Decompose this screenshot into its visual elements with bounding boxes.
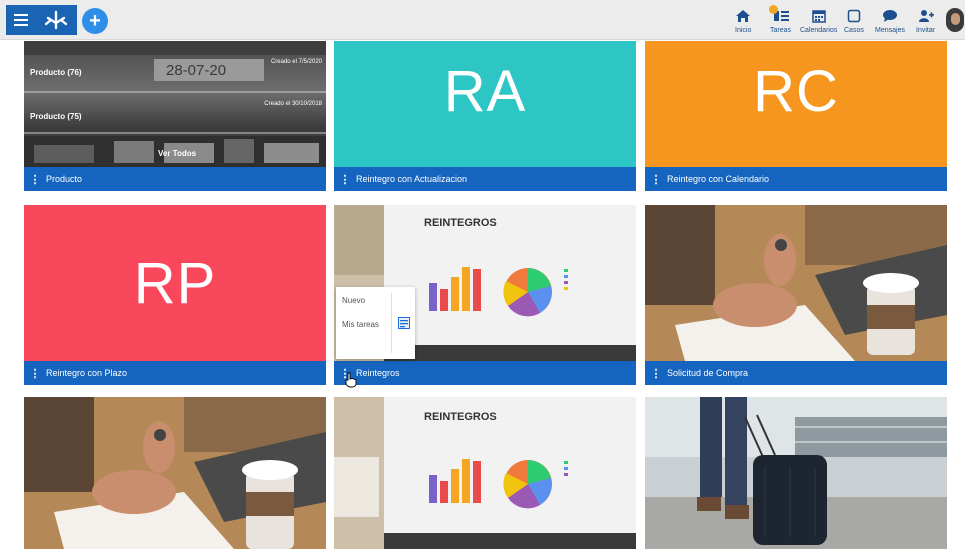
card-row3-right[interactable] [645, 397, 947, 549]
nav-label: Tareas [770, 27, 792, 34]
add-new-button[interactable]: + [82, 8, 108, 34]
nav-tareas[interactable]: Tareas [768, 5, 792, 34]
card-title: Reintegros [356, 368, 400, 378]
traveler-suitcase-image [645, 397, 947, 549]
menu-item-nuevo[interactable]: Nuevo [342, 296, 365, 305]
kebab-menu-icon[interactable]: ⋮ [645, 367, 667, 380]
nav-mensajes[interactable]: Mensajes [875, 8, 905, 34]
card-title-bar: ⋮ Solicitud de Compra [645, 361, 947, 385]
menu-item-mis-tareas[interactable]: Mis tareas [342, 320, 379, 329]
form-icon[interactable] [398, 317, 410, 331]
card-row3-left[interactable] [24, 397, 326, 549]
app-logo-icon[interactable] [36, 5, 76, 35]
card-reintegro-calendario[interactable]: RC ⋮ Reintegro con Calendario [645, 41, 947, 191]
card-initials: RA [443, 58, 527, 124]
image-heading: REINTEGROS [424, 411, 497, 423]
tasks-icon [768, 5, 790, 24]
card-solicitud-compra[interactable]: ⋮ Solicitud de Compra [645, 205, 947, 385]
card-producto[interactable]: 28-07-20 Producto (76) Creado el 7/5/202… [24, 41, 326, 191]
image-heading: REINTEGROS [424, 217, 497, 229]
messages-icon [882, 8, 898, 24]
cases-icon [847, 8, 861, 24]
kebab-menu-icon[interactable]: ⋮ [24, 173, 46, 186]
card-initials: RC [753, 58, 839, 124]
card-ra-thumbnail: RA [334, 41, 636, 167]
kebab-menu-icon[interactable]: ⋮ [334, 173, 356, 186]
card-row3-middle[interactable]: REINTEGROS [334, 397, 636, 549]
card-title-bar: ⋮ Producto [24, 167, 326, 191]
invite-icon [918, 8, 934, 24]
card-title-bar: ⋮ Reintegro con Calendario [645, 167, 947, 191]
kebab-menu-icon[interactable]: ⋮ [645, 173, 667, 186]
top-navigation-bar: + Inicio Tareas Calendarios Casos Mensaj… [0, 0, 965, 40]
producto-row-label[interactable]: Producto (76) [30, 68, 82, 77]
nav-calendarios[interactable]: Calendarios [800, 8, 837, 34]
card-title: Reintegro con Plazo [46, 368, 128, 378]
card-title-bar: ⋮ Reintegro con Plazo [24, 361, 326, 385]
brand-block [6, 5, 77, 35]
nav-label: Inicio [735, 27, 752, 34]
card-title-bar: ⋮ Reintegros [334, 361, 636, 385]
user-avatar[interactable] [946, 8, 964, 32]
card-rp-thumbnail: RP [24, 205, 326, 361]
card-solicitud-thumbnail [645, 205, 947, 361]
card-thumbnail [24, 397, 326, 549]
hamburger-menu-icon[interactable] [6, 5, 36, 35]
card-title: Producto [46, 174, 83, 184]
card-thumbnail [645, 397, 947, 549]
producto-row-created: Creado el 7/5/2020 [270, 59, 322, 65]
card-reintegro-plazo[interactable]: RP ⋮ Reintegro con Plazo [24, 205, 326, 385]
desk-coffee-image [645, 205, 947, 361]
nav-label: Casos [844, 27, 864, 34]
desk-coffee-image [24, 397, 326, 549]
nav-invitar[interactable]: Invitar [916, 8, 935, 34]
card-title-bar: ⋮ Reintegro con Actualizacion [334, 167, 636, 191]
producto-row-created: Creado el 30/10/2018 [264, 101, 322, 107]
hand-cursor-icon [345, 372, 357, 393]
card-producto-thumbnail: 28-07-20 Producto (76) Creado el 7/5/202… [24, 41, 326, 167]
card-title: Reintegro con Calendario [667, 174, 770, 184]
nav-label: Invitar [916, 27, 936, 34]
context-popup-menu: Nuevo Mis tareas [336, 287, 415, 359]
ver-todos-link[interactable]: Ver Todos [158, 149, 196, 158]
notification-badge [768, 5, 778, 14]
menu-divider [391, 293, 392, 353]
producto-row-label[interactable]: Producto (75) [30, 112, 82, 121]
kebab-menu-icon[interactable]: ⋮ [24, 367, 46, 380]
card-reintegro-actualizacion[interactable]: RA ⋮ Reintegro con Actualizacion [334, 41, 636, 191]
card-title: Reintegro con Actualizacion [356, 174, 468, 184]
home-icon [735, 8, 751, 24]
nav-inicio[interactable]: Inicio [735, 8, 751, 34]
nav-label: Calendarios [800, 27, 838, 34]
card-rc-thumbnail: RC [645, 41, 947, 167]
calendar-icon [811, 8, 826, 24]
card-title: Solicitud de Compra [667, 368, 749, 378]
nav-casos[interactable]: Casos [844, 8, 864, 34]
date-stamp: 28-07-20 [166, 62, 227, 79]
card-thumbnail: REINTEGROS [334, 397, 636, 549]
nav-label: Mensajes [875, 27, 905, 34]
card-initials: RP [133, 250, 217, 316]
